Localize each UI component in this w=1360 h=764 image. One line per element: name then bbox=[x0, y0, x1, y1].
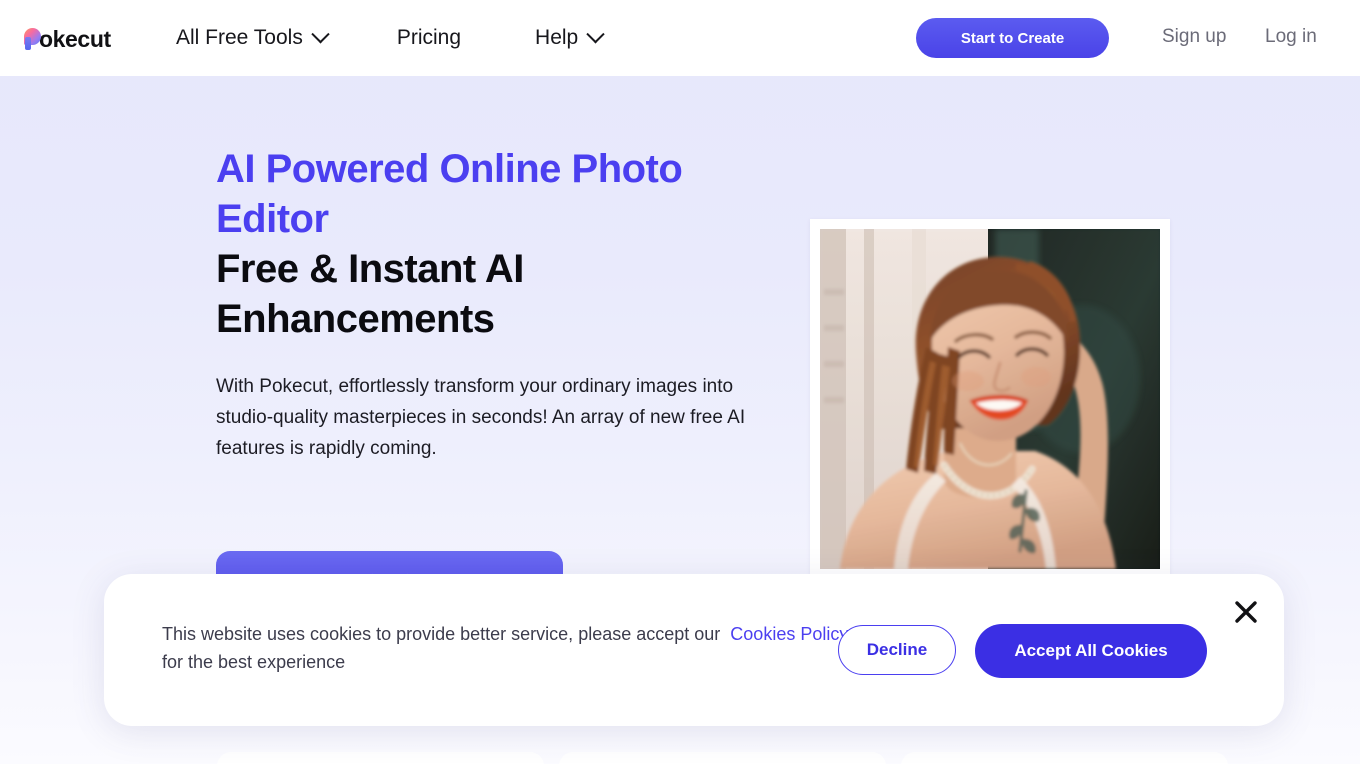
hero-image-frame bbox=[810, 219, 1170, 579]
chevron-down-icon bbox=[586, 24, 605, 43]
cookies-policy-link[interactable]: Cookies Policy bbox=[730, 624, 848, 644]
start-to-create-button[interactable]: Start to Create bbox=[916, 18, 1109, 58]
main-navigation: All Free Tools Pricing Help bbox=[176, 0, 605, 76]
cookie-message-part2: for the best experience bbox=[162, 652, 346, 672]
hero-section: AI Powered Online Photo Editor Free & In… bbox=[216, 144, 786, 464]
log-in-link[interactable]: Log in bbox=[1265, 26, 1317, 48]
close-icon bbox=[1235, 601, 1257, 623]
sign-up-link[interactable]: Sign up bbox=[1162, 26, 1226, 48]
nav-label-pricing: Pricing bbox=[396, 26, 462, 49]
nav-item-all-free-tools[interactable]: All Free Tools bbox=[176, 24, 330, 50]
accept-all-cookies-button[interactable]: Accept All Cookies bbox=[975, 624, 1207, 678]
nav-label-all-free-tools: All Free Tools bbox=[176, 26, 303, 49]
cookie-message-part1: This website uses cookies to provide bet… bbox=[162, 624, 721, 644]
nav-item-help[interactable]: Help bbox=[535, 24, 605, 50]
chevron-down-icon bbox=[311, 24, 330, 43]
page-root: okecut All Free Tools Pricing Help Start… bbox=[0, 0, 1360, 764]
portrait-illustration bbox=[820, 229, 1160, 569]
nav-label-help: Help bbox=[535, 26, 579, 49]
hero-description: With Pokecut, effortlessly transform you… bbox=[216, 376, 746, 459]
feature-card-2[interactable] bbox=[559, 752, 886, 764]
hero-image bbox=[820, 229, 1160, 569]
feature-card-1[interactable] bbox=[217, 752, 544, 764]
feature-card-3[interactable] bbox=[901, 752, 1228, 764]
close-cookie-banner-button[interactable] bbox=[1232, 598, 1260, 626]
nav-item-pricing[interactable]: Pricing bbox=[397, 26, 461, 50]
site-header: okecut All Free Tools Pricing Help Start… bbox=[0, 0, 1360, 76]
page-title-secondary: Free & Instant AI Enhancements bbox=[216, 247, 524, 341]
decline-cookies-button[interactable]: Decline bbox=[838, 625, 956, 675]
page-title-primary: AI Powered Online Photo Editor bbox=[216, 147, 683, 241]
site-logo[interactable]: okecut bbox=[24, 24, 111, 54]
cookie-message: This website uses cookies to provide bet… bbox=[162, 620, 862, 676]
logo-text: okecut bbox=[39, 25, 111, 52]
pokecut-p-logo-icon bbox=[24, 28, 41, 50]
feature-cards-row bbox=[217, 752, 1228, 764]
